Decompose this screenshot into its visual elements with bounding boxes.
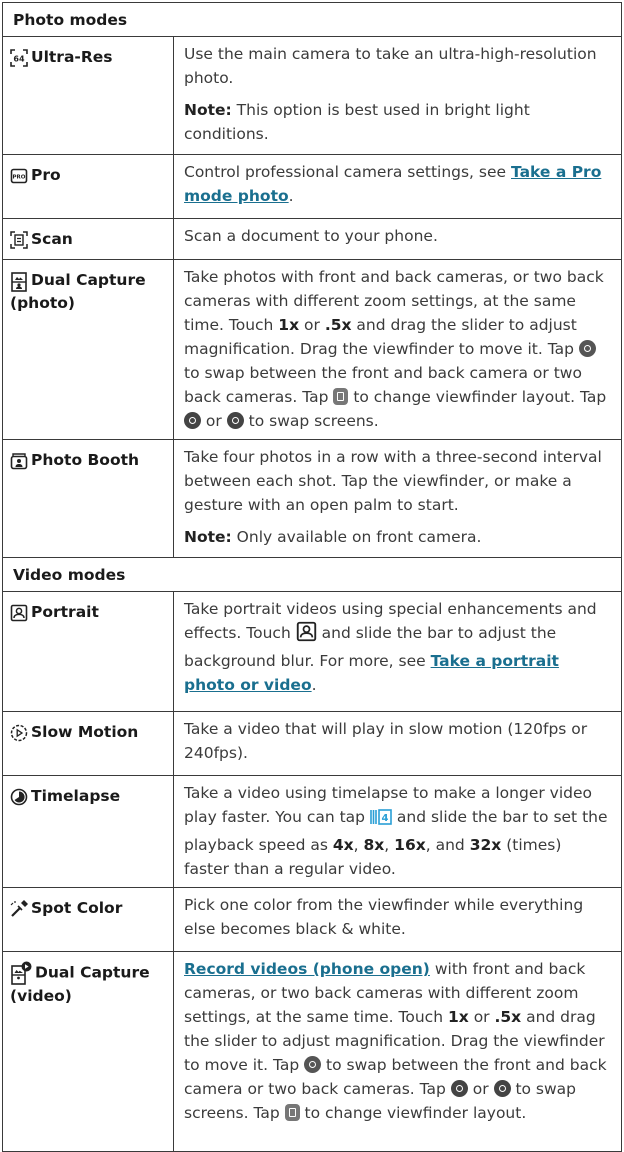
svg-text:64: 64 — [13, 54, 25, 63]
dual-capture-photo-icon — [10, 271, 28, 292]
spot-color-eyedropper-icon — [10, 899, 28, 918]
mode-desc-photo-booth: Take four photos in a row with a three-s… — [173, 439, 622, 558]
note-text: This option is best used in bright light… — [184, 101, 530, 143]
mode-row-dual-capture-video: Dual Capture (video) Record videos (phon… — [2, 951, 622, 1152]
swap-screen-alt-icon — [226, 412, 244, 429]
desc-text: or — [467, 1080, 494, 1098]
mode-row-slow-motion: Slow Motion Take a video that will play … — [2, 711, 622, 776]
pro-desc-end: . — [288, 187, 294, 205]
mode-name-cell: Dual Capture (video) — [2, 951, 174, 1152]
photo-modes-header: Photo modes — [2, 2, 622, 37]
desc-text: , and — [425, 836, 470, 854]
mode-name-pro: Pro — [31, 166, 61, 184]
desc-text: or — [468, 1008, 495, 1026]
svg-text:4: 4 — [381, 813, 388, 824]
note-text: Only available on front camera. — [231, 528, 482, 546]
mode-name-cell: Photo Booth — [2, 439, 174, 558]
photo-booth-description: Take four photos in a row with a three-s… — [184, 448, 602, 514]
desc-text: or — [299, 316, 325, 334]
desc-text: or — [201, 412, 227, 430]
video-modes-header-row: Video modes — [2, 557, 622, 592]
speed-16x: 16x — [394, 836, 426, 854]
desc-text: , — [384, 836, 395, 854]
mode-desc-timelapse: Take a video using timelapse to make a l… — [173, 775, 622, 888]
mode-desc-portrait: Take portrait videos using special enhan… — [173, 591, 622, 712]
mode-name-dual-capture-photo: Dual Capture (photo) — [10, 271, 146, 312]
ultra-res-description: Use the main camera to take an ultra-hig… — [184, 45, 597, 87]
layout-icon — [284, 1104, 300, 1121]
portrait-icon — [10, 604, 28, 622]
photo-modes-header-row: Photo modes — [2, 2, 622, 37]
zoom-1x-label: 1x — [447, 1008, 469, 1026]
mode-row-portrait: Portrait Take portrait videos using spec… — [2, 591, 622, 712]
timelapse-icon — [10, 788, 28, 806]
mode-desc-dual-capture-video: Record videos (phone open) with front an… — [173, 951, 622, 1152]
zoom-05x-label: .5x — [324, 316, 352, 334]
mode-desc-slow-motion: Take a video that will play in slow moti… — [173, 711, 622, 776]
dual-capture-video-icon — [10, 961, 32, 985]
speed-4x: 4x — [332, 836, 354, 854]
pro-desc-text: Control professional camera settings, se… — [184, 163, 511, 181]
zoom-05x-label: .5x — [494, 1008, 522, 1026]
mode-row-dual-capture-photo: Dual Capture (photo) Take photos with fr… — [2, 259, 622, 440]
photo-booth-note: Note: Only available on front camera. — [184, 525, 609, 549]
mode-name-portrait: Portrait — [31, 603, 99, 621]
desc-text: to change viewfinder layout. — [299, 1104, 527, 1122]
mode-name-spot-color: Spot Color — [31, 899, 123, 917]
mode-row-timelapse: Timelapse Take a video using timelapse t… — [2, 775, 622, 888]
mode-row-pro: PRO Pro Control professional camera sett… — [2, 154, 622, 219]
timelapse-speed-icon: 4 — [370, 808, 392, 833]
note-label: Note: — [184, 101, 232, 119]
desc-text: , — [353, 836, 364, 854]
swap-camera-icon — [304, 1056, 322, 1073]
swap-screen-alt-icon — [493, 1080, 511, 1097]
mode-desc-scan: Scan a document to your phone. — [173, 218, 622, 260]
svg-text:PRO: PRO — [13, 174, 26, 180]
desc-text: to swap screens. — [243, 412, 379, 430]
swap-camera-icon — [578, 340, 596, 357]
speed-8x: 8x — [363, 836, 385, 854]
video-modes-header: Video modes — [2, 557, 622, 592]
note-label: Note: — [184, 528, 232, 546]
mode-name-cell: PRO Pro — [2, 154, 174, 219]
desc-text: to change viewfinder layout. Tap — [348, 388, 607, 406]
mode-name-cell: Timelapse — [2, 775, 174, 888]
mode-row-spot-color: Spot Color Pick one color from the viewf… — [2, 887, 622, 952]
photo-booth-icon — [10, 452, 28, 470]
mode-name-cell: Slow Motion — [2, 711, 174, 776]
mode-name-cell: Scan — [2, 218, 174, 260]
mode-desc-ultra-res: Use the main camera to take an ultra-hig… — [173, 36, 622, 155]
ultra-res-64-icon: 64 — [10, 48, 28, 67]
ultra-res-note: Note: This option is best used in bright… — [184, 98, 609, 146]
mode-name-photo-booth: Photo Booth — [31, 451, 140, 469]
pro-icon: PRO — [10, 167, 28, 185]
speed-32x: 32x — [469, 836, 502, 854]
mode-desc-dual-capture-photo: Take photos with front and back cameras,… — [173, 259, 622, 440]
desc-text: . — [311, 676, 317, 694]
layout-icon — [333, 388, 349, 405]
mode-name-scan: Scan — [31, 230, 73, 248]
mode-name-cell: 64 Ultra-Res — [2, 36, 174, 155]
camera-modes-table: Photo modes 64 Ultra-Res Use the main ca… — [2, 2, 622, 1152]
zoom-1x-label: 1x — [278, 316, 300, 334]
swap-screen-icon — [450, 1080, 468, 1097]
mode-row-ultra-res: 64 Ultra-Res Use the main camera to take… — [2, 36, 622, 155]
mode-row-photo-booth: Photo Booth Take four photos in a row wi… — [2, 439, 622, 558]
record-videos-link[interactable]: Record videos (phone open) — [184, 960, 430, 978]
mode-name-slow-motion: Slow Motion — [31, 723, 139, 741]
swap-screen-icon — [184, 412, 201, 429]
mode-name-ultra-res: Ultra-Res — [31, 48, 113, 66]
mode-name-cell: Spot Color — [2, 887, 174, 952]
scan-document-icon — [10, 230, 28, 249]
slow-motion-icon — [10, 724, 28, 742]
mode-desc-spot-color: Pick one color from the viewfinder while… — [173, 887, 622, 952]
portrait-inline-icon — [296, 621, 317, 649]
mode-name-cell: Dual Capture (photo) — [2, 259, 174, 440]
mode-name-cell: Portrait — [2, 591, 174, 712]
mode-row-scan: Scan Scan a document to your phone. — [2, 218, 622, 260]
mode-desc-pro: Control professional camera settings, se… — [173, 154, 622, 219]
mode-name-timelapse: Timelapse — [31, 787, 121, 805]
